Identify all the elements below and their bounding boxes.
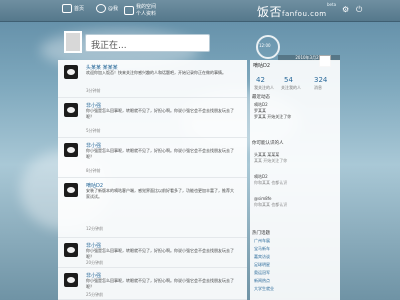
topic-link[interactable]: 奥运冠军 (254, 270, 270, 276)
timeline-item: 非小强 你小强是怎么回事呢，转眼就不见了，好担心啊。你说小强它会不会去找朋友玩去… (58, 268, 247, 300)
settings-icon[interactable]: ⚙ (342, 6, 349, 14)
timeline-item: 嘀咕D2 安装了新版本的嘀咕客户端，感觉界面比以前好看多了，功能也更加丰富了，推… (58, 178, 247, 238)
post-time: 20分钟前 (86, 260, 104, 265)
home-icon (62, 4, 72, 13)
post-time: 25分钟前 (86, 292, 104, 297)
topic-link[interactable]: 广州车展 (254, 238, 270, 244)
topic-link[interactable]: 宝马新车 (254, 246, 270, 252)
nav-my-space[interactable]: 我的空间 个人资料 (124, 3, 156, 17)
timeline-item: 非小强 你小强是怎么回事呢，转眼就不见了，好担心啊。你说小强它会不会去找朋友玩去… (58, 238, 247, 268)
followers-count[interactable]: 54 (284, 76, 293, 84)
post-time: 3分钟前 (86, 88, 101, 93)
app-logo[interactable]: 饭否fanfou.com (257, 3, 327, 20)
logout-icon[interactable]: ⏻ (356, 6, 362, 14)
messages-count[interactable]: 324 (314, 76, 327, 84)
nav-profile-label: 个人资料 (136, 11, 157, 17)
following-count[interactable]: 42 (256, 76, 265, 84)
timeline-item: 非小强 你小强是怎么回事呢，转眼就不见了，好担心啊。你说小强它会不会去找朋友玩去… (58, 98, 247, 138)
post-time: 12分钟前 (86, 226, 104, 231)
suggested-note: 你和某某 也都认识 (254, 202, 288, 207)
post-text: 你小强是怎么回事呢，转眼就不见了，好担心啊。你说小强它会不会去找朋友玩去了呢？ (86, 108, 234, 119)
post-text: 你小强是怎么回事呢，转眼就不见了，好担心啊。你说小强它会不会去找朋友玩去了呢？ (86, 148, 234, 159)
nav-home-label: 首页 (74, 6, 85, 12)
followers-label: 关注我的人 (281, 85, 301, 90)
messages-label: 消息 (314, 85, 322, 90)
beta-badge: beta (327, 2, 337, 7)
user-avatar[interactable] (64, 31, 82, 53)
suggested-person[interactable]: @sim8fe (254, 196, 272, 201)
post-time: 5分钟前 (86, 128, 101, 133)
post-text: 欢迎你加入饭否！快来关注你感兴趣的人和话题吧，开始记录你正在做的事情。 (86, 70, 226, 75)
nav-home[interactable]: 首页 (62, 4, 84, 13)
nav-my-space-label: 我的空间 (136, 4, 157, 10)
latest-section-title: 最近动态 (252, 95, 270, 100)
suggested-note: 你和某某 也都认识 (254, 180, 288, 185)
top-navigation-bar: 首页 @我 我的空间 个人资料 饭否fanfou.com beta ⚙ ⏻ (0, 0, 400, 22)
hot-topics-title: 热门话题 (252, 231, 270, 236)
suggested-note: 某某 开始关注了你 (254, 158, 288, 163)
sidebar: 嘀咕D2 42 我关注的人 54 关注我的人 324 消息 最近动态 嘀咕D2 … (250, 60, 340, 300)
sidebar-user-name[interactable]: 嘀咕D2 (253, 62, 270, 69)
clock-time: 12:00 (259, 43, 271, 48)
avatar[interactable] (64, 103, 78, 117)
latest-item[interactable]: 罗某某 开始关注了你 (254, 114, 291, 120)
post-text: 安装了新版本的嘀咕客户端，感觉界面比以前好看多了，功能也更加丰富了，推荐大家试试… (86, 188, 234, 199)
timeline-item: 非小强 你小强是怎么回事呢，转眼就不见了，好担心啊。你说小强它会不会去找朋友玩去… (58, 138, 247, 178)
avatar[interactable] (64, 65, 78, 79)
post-text: 你小强是怎么回事呢，转眼就不见了，好担心啊。你说小强它会不会去找朋友玩去了呢？ (86, 278, 234, 289)
at-icon (96, 4, 106, 13)
nav-mentions[interactable]: @我 (96, 4, 118, 13)
post-time: 8分钟前 (86, 168, 101, 173)
who-to-follow-title: 你可能认识的人 (252, 141, 284, 146)
nav-mentions-label: @我 (108, 6, 119, 12)
avatar[interactable] (64, 183, 78, 197)
timeline: 头某某 某某某 欢迎你加入饭否！快来关注你感兴趣的人和话题吧，开始记录你正在做的… (58, 60, 247, 300)
user-icon (124, 5, 134, 15)
topic-link[interactable]: 大学生就业 (254, 286, 274, 292)
avatar[interactable] (64, 243, 78, 257)
post-text: 你小强是怎么回事呢，转眼就不见了，好担心啊。你说小强它会不会去找朋友玩去了呢？ (86, 248, 234, 259)
composer-placeholder: 我正在... (91, 41, 127, 51)
avatar[interactable] (64, 143, 78, 157)
avatar[interactable] (64, 273, 78, 287)
topic-link[interactable]: 嘉宾访谈 (254, 254, 270, 260)
topic-link[interactable]: 新闻热点 (254, 278, 270, 284)
following-label: 我关注的人 (254, 85, 274, 90)
status-composer[interactable]: 我正在... (85, 34, 210, 52)
timeline-item: 头某某 某某某 欢迎你加入饭否！快来关注你感兴趣的人和话题吧，开始记录你正在做的… (58, 60, 247, 98)
topic-link[interactable]: 足球明星 (254, 262, 270, 268)
